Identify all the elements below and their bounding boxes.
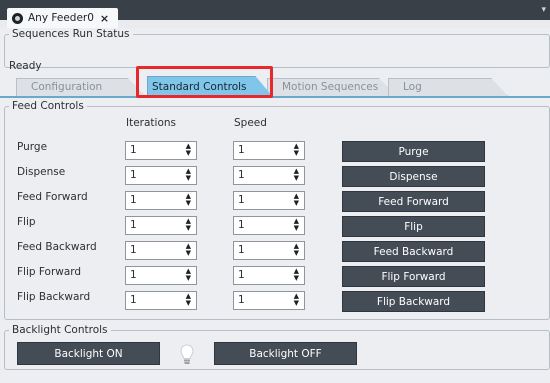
tab-menu-arrow-icon[interactable]: ▾ bbox=[541, 5, 546, 15]
document-tab-title: Any Feeder0 bbox=[28, 12, 94, 24]
run-status-group: Sequences Run Status Ready bbox=[4, 28, 550, 72]
purge-speed-spinner[interactable]: 1 ▲ ▼ bbox=[233, 141, 305, 160]
feeder-panel: Sequences Run Status Ready Configuration… bbox=[0, 28, 550, 383]
dispense-speed-value: 1 bbox=[238, 169, 245, 181]
feeder-icon bbox=[12, 12, 23, 24]
flip-iterations-value: 1 bbox=[130, 219, 137, 231]
spinner-arrows-icon[interactable]: ▲ ▼ bbox=[186, 143, 191, 157]
flip-forward-iterations-spinner[interactable]: 1 ▲ ▼ bbox=[125, 266, 197, 285]
spinner-arrows-icon[interactable]: ▲ ▼ bbox=[186, 293, 191, 307]
tab-strip: Configuration Motion Sequences Log Stand… bbox=[16, 75, 550, 97]
feed-forward-iterations-spinner[interactable]: 1 ▲ ▼ bbox=[125, 191, 197, 210]
spinner-arrows-icon[interactable]: ▲ ▼ bbox=[186, 268, 191, 282]
flip-forward-iterations-value: 1 bbox=[130, 269, 137, 281]
flip-backward-speed-spinner[interactable]: 1 ▲ ▼ bbox=[233, 291, 305, 310]
row-label-dispense: Dispense bbox=[17, 166, 66, 178]
row-label-feed-forward: Feed Forward bbox=[17, 191, 88, 203]
annotation-highlight-box bbox=[136, 66, 273, 98]
purge-button[interactable]: Purge bbox=[342, 141, 485, 162]
backlight-on-button[interactable]: Backlight ON bbox=[17, 342, 160, 365]
feed-backward-button[interactable]: Feed Backward bbox=[342, 241, 485, 262]
feed-forward-iterations-value: 1 bbox=[130, 194, 137, 206]
lightbulb-icon-svg bbox=[180, 344, 194, 364]
feed-backward-iterations-spinner[interactable]: 1 ▲ ▼ bbox=[125, 241, 197, 260]
feed-controls-legend: Feed Controls bbox=[12, 100, 84, 112]
spinner-arrows-icon[interactable]: ▲ ▼ bbox=[294, 218, 299, 232]
dispense-button[interactable]: Dispense bbox=[342, 166, 485, 187]
document-tab-bar: Any Feeder0 × ▾ bbox=[0, 0, 550, 28]
feed-backward-speed-spinner[interactable]: 1 ▲ ▼ bbox=[233, 241, 305, 260]
document-tab[interactable]: Any Feeder0 × bbox=[7, 8, 118, 28]
tab-motion-sequences[interactable]: Motion Sequences bbox=[267, 78, 397, 96]
row-label-flip-backward: Flip Backward bbox=[17, 291, 91, 303]
flip-forward-speed-spinner[interactable]: 1 ▲ ▼ bbox=[233, 266, 305, 285]
flip-speed-spinner[interactable]: 1 ▲ ▼ bbox=[233, 216, 305, 235]
spinner-arrows-icon[interactable]: ▲ ▼ bbox=[186, 218, 191, 232]
spinner-arrows-icon[interactable]: ▲ ▼ bbox=[294, 268, 299, 282]
spinner-arrows-icon[interactable]: ▲ ▼ bbox=[294, 193, 299, 207]
speed-header: Speed bbox=[234, 117, 267, 129]
spinner-arrows-icon[interactable]: ▲ ▼ bbox=[186, 193, 191, 207]
close-icon[interactable]: × bbox=[100, 12, 109, 25]
feed-backward-speed-value: 1 bbox=[238, 244, 245, 256]
purge-iterations-spinner[interactable]: 1 ▲ ▼ bbox=[125, 141, 197, 160]
backlight-off-button[interactable]: Backlight OFF bbox=[214, 342, 357, 365]
row-label-flip: Flip bbox=[17, 216, 36, 228]
feed-forward-speed-spinner[interactable]: 1 ▲ ▼ bbox=[233, 191, 305, 210]
feed-forward-speed-value: 1 bbox=[238, 194, 245, 206]
dispense-speed-spinner[interactable]: 1 ▲ ▼ bbox=[233, 166, 305, 185]
flip-backward-iterations-spinner[interactable]: 1 ▲ ▼ bbox=[125, 291, 197, 310]
purge-speed-value: 1 bbox=[238, 144, 245, 156]
flip-button[interactable]: Flip bbox=[342, 216, 485, 237]
spinner-arrows-icon[interactable]: ▲ ▼ bbox=[186, 168, 191, 182]
flip-backward-button[interactable]: Flip Backward bbox=[342, 291, 485, 312]
feed-backward-iterations-value: 1 bbox=[130, 244, 137, 256]
feed-forward-button[interactable]: Feed Forward bbox=[342, 191, 485, 212]
flip-forward-button[interactable]: Flip Forward bbox=[342, 266, 485, 287]
row-label-feed-backward: Feed Backward bbox=[17, 241, 97, 253]
purge-iterations-value: 1 bbox=[130, 144, 137, 156]
iterations-header: Iterations bbox=[126, 117, 177, 129]
flip-iterations-spinner[interactable]: 1 ▲ ▼ bbox=[125, 216, 197, 235]
spinner-arrows-icon[interactable]: ▲ ▼ bbox=[294, 168, 299, 182]
flip-speed-value: 1 bbox=[238, 219, 245, 231]
dispense-iterations-spinner[interactable]: 1 ▲ ▼ bbox=[125, 166, 197, 185]
spinner-arrows-icon[interactable]: ▲ ▼ bbox=[294, 243, 299, 257]
spinner-arrows-icon[interactable]: ▲ ▼ bbox=[186, 243, 191, 257]
lightbulb-icon bbox=[180, 344, 194, 369]
spinner-arrows-icon[interactable]: ▲ ▼ bbox=[294, 293, 299, 307]
flip-forward-speed-value: 1 bbox=[238, 269, 245, 281]
flip-backward-iterations-value: 1 bbox=[130, 294, 137, 306]
run-status-legend: Sequences Run Status bbox=[12, 28, 130, 40]
tab-log[interactable]: Log bbox=[388, 78, 508, 96]
row-label-purge: Purge bbox=[17, 141, 48, 153]
row-label-flip-forward: Flip Forward bbox=[17, 266, 82, 278]
spinner-arrows-icon[interactable]: ▲ ▼ bbox=[294, 143, 299, 157]
run-status-text: Ready bbox=[9, 60, 42, 72]
dispense-iterations-value: 1 bbox=[130, 169, 137, 181]
backlight-controls-legend: Backlight Controls bbox=[12, 324, 108, 336]
flip-backward-speed-value: 1 bbox=[238, 294, 245, 306]
tab-underline bbox=[0, 96, 550, 98]
tab-configuration[interactable]: Configuration bbox=[16, 78, 146, 96]
